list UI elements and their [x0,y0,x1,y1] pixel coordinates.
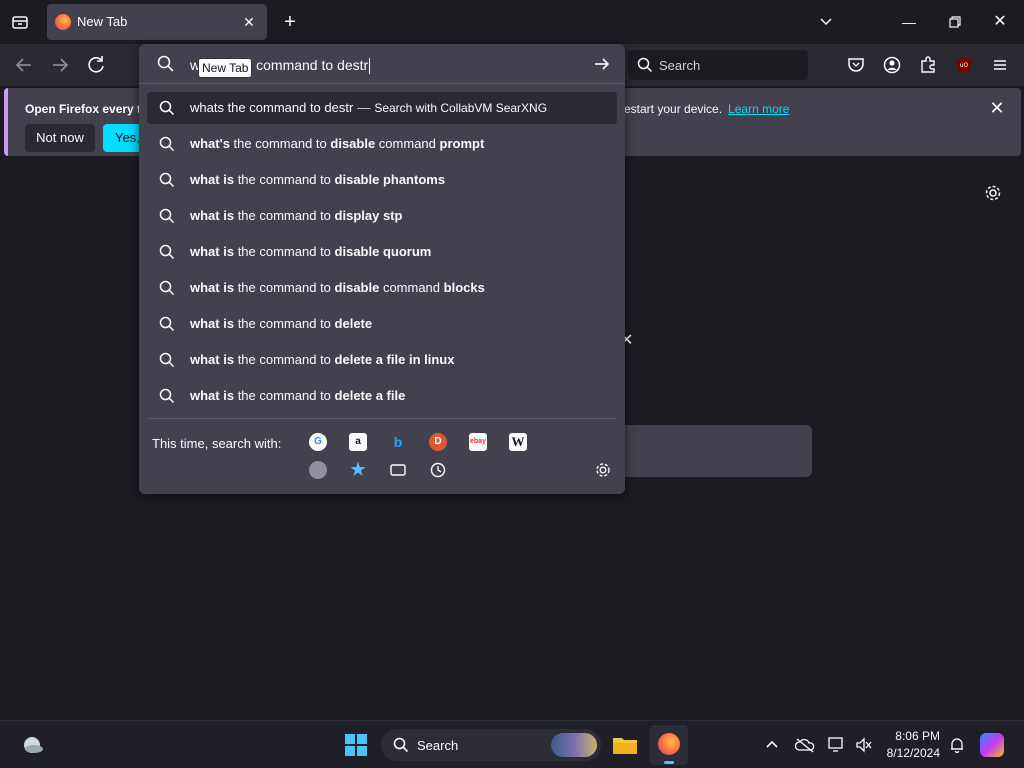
notification-message-rest: estart your device. Learn more [624,102,789,116]
volume-icon[interactable] [854,736,874,754]
engines-label: This time, search with: [152,436,282,451]
toolbar-search-box[interactable]: Search [628,50,808,80]
suggestion-text: what is the command to delete a file [190,388,406,403]
suggestion-row[interactable]: what is the command to disable quorum [147,236,617,268]
taskbar: Search 8:06 PM 8/12/2024 [0,720,1024,768]
tabs-icon[interactable] [389,461,407,479]
bell-icon[interactable] [948,736,966,754]
firefox-taskbar-icon[interactable] [650,725,688,765]
amazon-icon[interactable]: a [349,433,367,451]
learn-more-link[interactable]: Learn more [728,102,789,116]
search-highlight-image [551,733,597,757]
search-icon [159,100,175,116]
search-icon [157,55,175,73]
suggestion-row[interactable]: what is the command to display stp [147,200,617,232]
search-icon [159,316,175,332]
text-caret [369,58,371,75]
pocket-icon[interactable] [843,52,869,78]
reload-icon[interactable] [83,52,109,78]
search-icon [159,208,175,224]
search-icon [159,244,175,260]
searxng-icon[interactable] [309,461,327,479]
ebay-icon[interactable]: ebay [469,433,487,451]
tab-title: New Tab [77,14,128,29]
active-indicator [664,761,674,764]
clock-time[interactable]: 8:06 PM [880,729,940,743]
suggestion-text: whats the command to destr — Search with C… [190,100,548,115]
extensions-icon[interactable] [915,52,941,78]
gear-icon[interactable] [983,183,1003,203]
search-icon [159,136,175,152]
clock-date[interactable]: 8/12/2024 [880,746,940,760]
account-icon[interactable] [879,52,905,78]
search-icon [159,352,175,368]
file-explorer-icon[interactable] [612,733,638,757]
suggestion-text: what is the command to disable quorum [190,244,432,259]
copilot-icon[interactable] [980,733,1004,757]
suggestion-row[interactable]: what's the command to disable command pr… [147,128,617,160]
svg-text:uO: uO [960,62,969,69]
history-icon[interactable] [429,461,447,479]
search-icon [393,737,409,753]
suggestion-text: what's the command to disable command pr… [190,136,485,151]
search-icon [159,280,175,296]
tab-strip: New Tab ✕ + — ✕ [0,0,1024,44]
network-icon[interactable] [827,736,847,754]
close-window-icon[interactable]: ✕ [986,8,1014,36]
notification-message: Open Firefox every ti [25,102,145,116]
firefox-icon [658,733,680,755]
suggestion-text: what is the command to disable phantoms [190,172,446,187]
gear-icon[interactable] [594,461,612,479]
suggestion-row[interactable]: what is the command to disable phantoms [147,164,617,196]
suggestion-row[interactable]: whats the command to destr — Search with C… [147,92,617,124]
minimize-icon[interactable]: — [895,8,923,36]
toolbar-search-placeholder: Search [659,58,701,73]
suggestion-text: what is the command to disable command b… [190,280,485,295]
tab-new-tab[interactable]: New Tab ✕ [47,4,267,40]
chevron-down-icon[interactable] [812,8,840,36]
wikipedia-icon[interactable]: W [509,433,527,451]
arrow-right-icon[interactable] [593,55,611,73]
weather-icon[interactable] [20,733,44,757]
restore-icon[interactable] [941,8,969,36]
firefox-icon [55,14,71,30]
divider [147,418,617,419]
close-icon[interactable]: ✕ [239,12,259,32]
taskbar-search[interactable]: Search [381,729,601,761]
suggestion-row[interactable]: what is the command to delete a file in … [147,344,617,376]
ublock-icon[interactable]: uO [951,52,977,78]
suggestion-row[interactable]: what is the command to delete [147,308,617,340]
search-icon [159,388,175,404]
onedrive-icon[interactable] [794,737,815,753]
urlbar-dropdown: w command to destr whats the command to d… [139,44,625,494]
tab-list-icon[interactable] [10,12,30,32]
not-now-button[interactable]: Not now [25,124,95,152]
taskbar-search-label: Search [417,738,459,753]
page-search-bar[interactable] [620,425,812,477]
notification-rest-text: estart your device. [624,102,723,116]
search-icon [159,172,175,188]
suggestion-row[interactable]: what is the command to disable command b… [147,272,617,304]
chevron-up-icon[interactable] [764,737,780,753]
suggestion-text: what is the command to delete [190,316,373,331]
back-icon[interactable] [11,52,37,78]
suggestion-text: what is the command to display stp [190,208,403,223]
urlbar-typed-suffix: command to destr [256,57,369,73]
tab-tooltip: New Tab [198,58,253,78]
bookmarks-icon[interactable]: ★ [349,461,367,479]
suggestion-row[interactable]: what is the command to delete a file [147,380,617,412]
plus-icon[interactable]: + [276,8,304,36]
bing-icon[interactable]: b [389,433,407,451]
suggestion-text: what is the command to delete a file in … [190,352,455,367]
google-icon[interactable]: G [309,433,327,451]
search-icon [637,57,653,73]
duckduckgo-icon[interactable]: D [429,433,447,451]
close-icon[interactable]: ✕ [987,98,1007,118]
windows-start-icon[interactable] [344,733,368,757]
forward-icon[interactable] [47,52,73,78]
menu-icon[interactable] [987,52,1013,78]
